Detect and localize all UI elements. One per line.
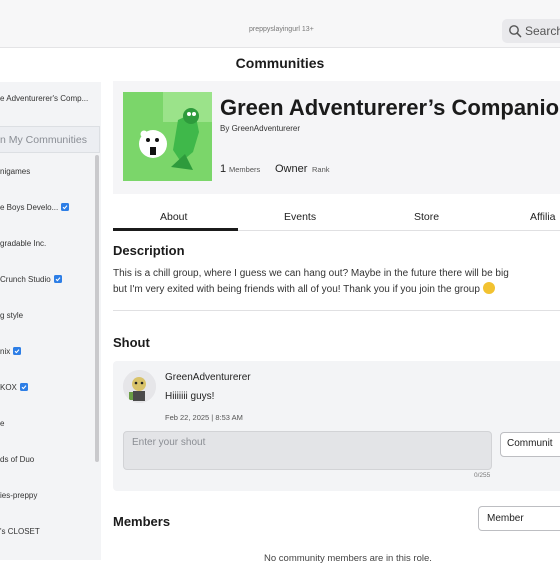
members-label: Members <box>229 165 261 174</box>
verified-badge-icon <box>53 275 62 283</box>
active-tab-indicator <box>113 228 238 231</box>
tab-events[interactable]: Events <box>284 211 316 223</box>
search-placeholder: Search <box>525 24 560 38</box>
sidebar-item[interactable]: ies-preppy <box>0 491 37 500</box>
owner-prefix: By <box>220 124 232 133</box>
sidebar-item[interactable]: 's CLOSET <box>0 527 40 536</box>
shout-input-placeholder: Enter your shout <box>132 437 206 448</box>
shout-username[interactable]: GreenAdventurerer <box>165 372 251 383</box>
description-line-2: but I'm very exited with being friends w… <box>113 281 560 298</box>
description-line: but I'm very exited with being friends w… <box>113 283 480 295</box>
tab-affiliates[interactable]: Affilia <box>530 211 556 223</box>
sidebar-item-label: e Boys Develo... <box>0 203 59 212</box>
tab-about[interactable]: About <box>160 211 187 223</box>
sidebar-item[interactable]: e <box>0 419 4 428</box>
tab-store[interactable]: Store <box>414 211 439 223</box>
shout-char-count: 0/255 <box>474 472 491 479</box>
shout-message: Hiiiiiii guys! <box>165 391 215 402</box>
section-divider <box>113 310 560 311</box>
group-thumbnail <box>123 92 212 181</box>
description-line: This is a chill group, where I guess we … <box>113 268 509 279</box>
sidebar-item-label: ds of Duo <box>0 455 35 464</box>
page-title: Communities <box>235 55 325 71</box>
sidebar-item[interactable]: gradable Inc. <box>0 239 46 248</box>
shout-title: Shout <box>113 335 150 350</box>
role-dropdown-value: Member <box>487 513 524 524</box>
post-shout-button-label: Communit <box>507 438 553 449</box>
sidebar <box>0 82 101 560</box>
sidebar-item-label: Crunch Studio <box>0 275 51 284</box>
sidebar-item[interactable]: Crunch Studio <box>0 275 62 284</box>
members-title: Members <box>113 514 171 529</box>
avatar-image <box>123 370 156 403</box>
sidebar-item-label: e <box>0 419 5 428</box>
search-icon <box>509 25 522 38</box>
shout-timestamp: Feb 22, 2025 | 8:53 AM <box>165 413 243 422</box>
sidebar-item-label: nigames <box>0 167 31 176</box>
description-title: Description <box>113 243 185 258</box>
sidebar-item[interactable]: e Boys Develo... <box>0 203 70 212</box>
description-text: This is a chill group, where I guess we … <box>113 266 560 297</box>
members-empty-text: No community members are in this role. <box>264 553 432 564</box>
sidebar-current-group[interactable]: e Adventurerer's Comp... <box>0 94 88 103</box>
sidebar-item-label: 's CLOSET <box>0 527 40 536</box>
verified-badge-icon <box>19 383 28 391</box>
sidebar-item[interactable]: nix <box>0 347 22 356</box>
group-owner: By GreenAdventurerer <box>220 124 300 133</box>
owner-link[interactable]: GreenAdventurerer <box>232 124 300 133</box>
avatar[interactable] <box>123 370 156 403</box>
sidebar-item-label: g style <box>0 311 24 320</box>
members-count: 1 <box>220 163 227 175</box>
sidebar-item[interactable]: ds of Duo <box>0 455 34 464</box>
sidebar-item-label: KOX <box>0 383 17 392</box>
top-bar <box>0 0 560 48</box>
verified-badge-icon <box>61 203 70 211</box>
smile-emoji-icon <box>482 281 495 294</box>
user-label: preppyslayingurl 13+ <box>249 26 314 33</box>
sidebar-item-label: ies-preppy <box>0 491 38 500</box>
group-name: Green Adventurerer’s Companio <box>220 95 560 120</box>
sidebar-item[interactable]: g style <box>0 311 23 320</box>
sidebar-item-label: nix <box>0 347 11 356</box>
sidebar-item[interactable]: nigames <box>0 167 30 176</box>
sidebar-search-placeholder: n My Communities <box>0 134 87 146</box>
sidebar-scrollbar[interactable] <box>95 155 99 462</box>
rank-label: Rank <box>312 165 330 174</box>
rank-value: Owner <box>275 163 308 175</box>
verified-badge-icon <box>13 347 22 355</box>
sidebar-item[interactable]: KOX <box>0 383 28 392</box>
sidebar-item-label: gradable Inc. <box>0 239 47 248</box>
